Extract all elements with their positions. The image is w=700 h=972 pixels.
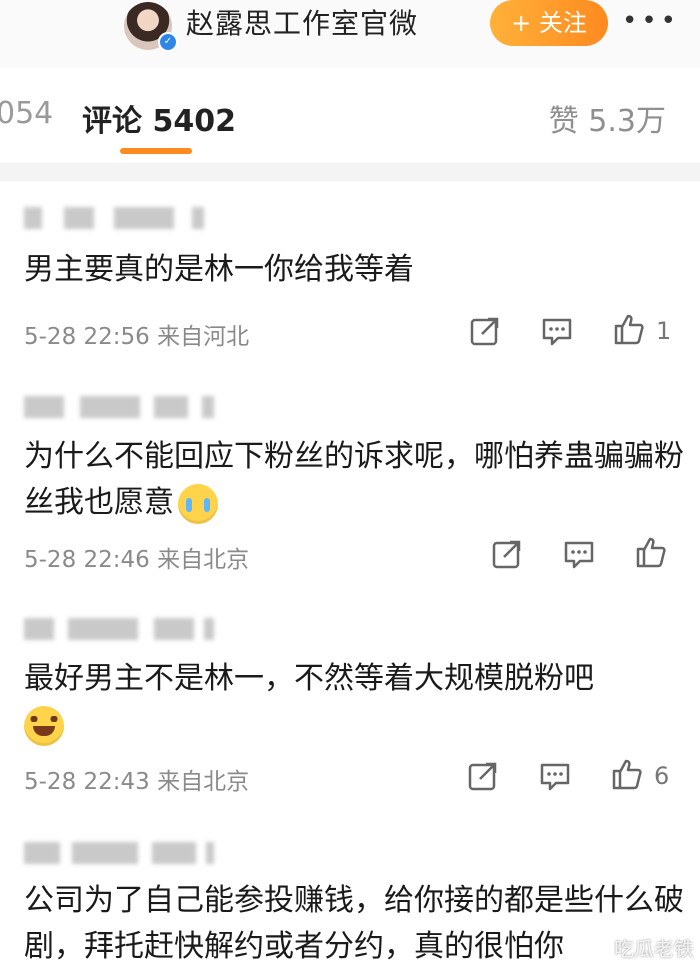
like-count: 1 — [656, 317, 672, 345]
verified-badge-icon: ✓ — [158, 32, 178, 52]
thumbs-up-icon[interactable] — [612, 312, 646, 346]
share-icon[interactable] — [466, 759, 500, 793]
tab-bar: 054 评论 5402 赞 5.3万 — [0, 68, 700, 164]
comment-timestamp: 5-28 22:43 来自北京 — [24, 769, 250, 795]
top-bar: ✓ 赵露思工作室官微 + 关注 ••• — [0, 0, 700, 68]
tab-reposts[interactable]: 054 — [0, 96, 53, 131]
comment-text: 男主要真的是林一你给我等着 — [24, 252, 414, 287]
tab-comments[interactable]: 评论 5402 — [82, 96, 236, 140]
comment-text: 公司为了自己能参投赚钱，给你接的都是些什么破剧，拜托赶快解约或者分约，真的很怕你 — [24, 883, 684, 964]
more-options-icon[interactable]: ••• — [622, 6, 680, 36]
tab-likes[interactable]: 赞 5.3万 — [549, 96, 666, 140]
active-tab-indicator — [120, 148, 192, 154]
comment-item: 男主要真的是林一你给我等着 5-28 22:56 来自河北 1 — [0, 181, 700, 369]
share-icon[interactable] — [490, 537, 524, 571]
blurred-username[interactable] — [24, 618, 214, 640]
comment-icon[interactable] — [538, 759, 572, 793]
comment-icon[interactable] — [540, 314, 574, 348]
comment-item: 为什么不能回应下粉丝的诉求呢，哪怕养蛊骗骗粉丝我也愿意 5-28 22:46 来… — [0, 368, 700, 591]
smiling-face-icon — [24, 705, 64, 746]
blurred-username[interactable] — [24, 842, 214, 864]
share-icon[interactable] — [468, 314, 502, 348]
crying-face-icon — [178, 483, 218, 524]
comment-item: 最好男主不是林一，不然等着大规模脱粉吧 5-28 22:43 来自北京 6 — [0, 590, 700, 815]
follow-button[interactable]: + 关注 — [490, 0, 608, 46]
comment-text: 为什么不能回应下粉丝的诉求呢，哪怕养蛊骗骗粉丝我也愿意 — [24, 434, 684, 526]
thumbs-up-icon[interactable] — [634, 535, 668, 569]
thumbs-up-icon[interactable] — [610, 757, 644, 791]
blurred-username[interactable] — [24, 396, 214, 418]
like-count: 6 — [654, 762, 670, 790]
comment-item: 公司为了自己能参投赚钱，给你接的都是些什么破剧，拜托赶快解约或者分约，真的很怕你 — [0, 814, 700, 972]
account-name[interactable]: 赵露思工作室官微 — [186, 4, 418, 44]
comment-text: 最好男主不是林一，不然等着大规模脱粉吧 — [24, 656, 684, 748]
watermark: 吃瓜老铁 — [614, 937, 694, 961]
section-divider — [0, 163, 700, 181]
comment-icon[interactable] — [562, 537, 596, 571]
blurred-username[interactable] — [24, 207, 204, 229]
comment-timestamp: 5-28 22:56 来自河北 — [24, 324, 250, 350]
comment-timestamp: 5-28 22:46 来自北京 — [24, 547, 250, 573]
